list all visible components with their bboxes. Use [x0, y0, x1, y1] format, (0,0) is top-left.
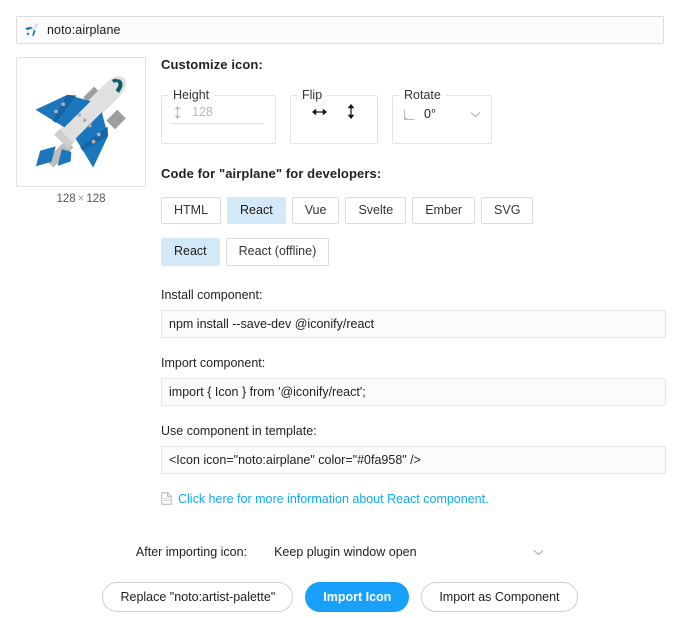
rotate-angle-icon [403, 108, 416, 121]
icon-preview [16, 57, 146, 187]
preview-height: 128 [86, 193, 106, 205]
rotate-control[interactable]: Rotate 0° [392, 88, 492, 144]
customize-icon-title: Customize icon: [161, 57, 263, 72]
import-statement-code[interactable]: import { Icon } from '@iconify/react'; [161, 377, 666, 406]
document-icon [161, 492, 172, 505]
preview-width: 128 [56, 193, 76, 205]
plugin-window: noto:airplane 128 × 128 Customize icon: … [0, 0, 680, 618]
airplane-icon [24, 65, 138, 179]
flip-horizontal-icon[interactable] [308, 104, 331, 124]
template-usage-code[interactable]: <Icon icon="noto:airplane" color="#0fa95… [161, 445, 666, 474]
use-component-label: Use component in template: [161, 423, 317, 438]
more-information-link[interactable]: Click here for more information about Re… [178, 492, 489, 506]
height-input[interactable]: 128 [172, 105, 264, 124]
flip-control: Flip [290, 88, 378, 144]
replace-icon-button[interactable]: Replace "noto:artist-palette" [102, 582, 294, 612]
height-arrows-icon [172, 105, 183, 120]
flip-vertical-icon[interactable] [342, 102, 360, 126]
tab-react[interactable]: React [227, 197, 286, 225]
airplane-icon [24, 22, 40, 38]
install-command-code[interactable]: npm install --save-dev @iconify/react [161, 309, 666, 338]
rotate-legend: Rotate [404, 88, 441, 102]
height-value: 128 [192, 105, 213, 119]
main-content: Customize icon: Height 128 Flip Rotate 0… [161, 57, 666, 506]
install-component-label: Install component: [161, 287, 263, 302]
tab-ember[interactable]: Ember [412, 197, 476, 225]
chevron-down-icon[interactable] [470, 111, 481, 118]
tab-react-offline[interactable]: React (offline) [225, 238, 330, 266]
chevron-down-icon[interactable] [533, 549, 544, 556]
height-legend: Height [173, 88, 210, 102]
rotate-value: 0° [424, 107, 436, 121]
import-component-label: Import component: [161, 355, 266, 370]
more-information-row: Click here for more information about Re… [161, 492, 666, 506]
search-input-value: noto:airplane [47, 22, 121, 37]
tab-svg[interactable]: SVG [481, 197, 534, 225]
after-import-select[interactable]: Keep plugin window open [274, 545, 544, 559]
tab-vue[interactable]: Vue [291, 197, 340, 225]
after-import-row: After importing icon: Keep plugin window… [0, 545, 680, 559]
search-input[interactable]: noto:airplane [16, 16, 664, 44]
framework-tabs: HTML React Vue Svelte Ember SVG [161, 197, 666, 225]
tab-react-online[interactable]: React [161, 238, 220, 266]
after-import-value: Keep plugin window open [274, 545, 417, 559]
dimension-separator: × [77, 193, 85, 205]
height-control[interactable]: Height 128 [161, 88, 276, 144]
preview-dimensions: 128 × 128 [16, 193, 146, 205]
customize-controls: Height 128 Flip Rotate 0° [161, 88, 666, 144]
import-icon-button[interactable]: Import Icon [305, 582, 410, 612]
action-buttons: Replace "noto:artist-palette" Import Ico… [0, 582, 680, 612]
tab-svelte[interactable]: Svelte [345, 197, 407, 225]
variant-tabs: React React (offline) [161, 238, 666, 266]
import-as-component-button[interactable]: Import as Component [421, 582, 578, 612]
code-section-title: Code for "airplane" for developers: [161, 166, 382, 181]
tab-html[interactable]: HTML [161, 197, 222, 225]
after-import-label: After importing icon: [135, 545, 248, 559]
